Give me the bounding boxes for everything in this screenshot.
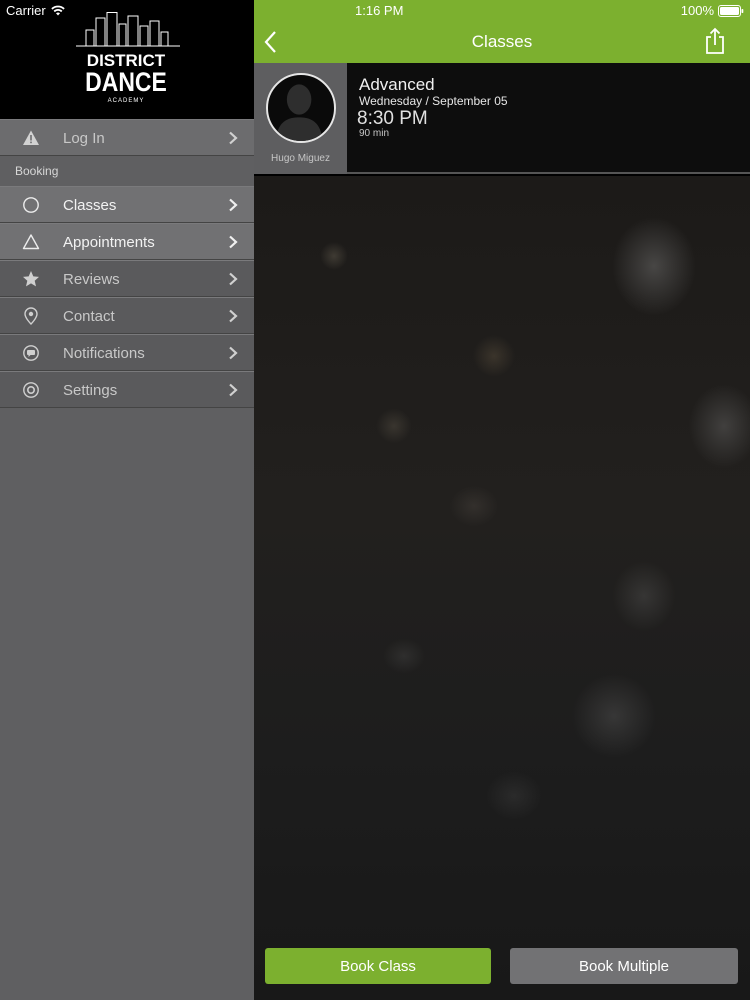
warning-icon: [23, 130, 39, 145]
status-carrier: Carrier: [6, 3, 65, 18]
circle-icon: [23, 197, 39, 213]
share-icon[interactable]: [704, 27, 726, 55]
sidebar-item-label: Notifications: [63, 345, 145, 362]
location-pin-icon: [24, 307, 38, 325]
class-duration: 90 min: [359, 128, 390, 139]
logo-line-dance: DANCE: [85, 67, 167, 97]
skyline-graphic: [76, 12, 180, 47]
gear-icon: [23, 382, 39, 398]
sidebar-item-label: Classes: [63, 197, 117, 214]
status-battery: 100%: [681, 3, 744, 18]
class-time: 8:30 PM: [357, 108, 428, 129]
logo-line-academy: ACADEMY: [107, 98, 145, 104]
carrier-label: Carrier: [6, 3, 46, 18]
side-menu: Carrier DISTRICT DANCE ACADEMY Log In Bo…: [0, 0, 254, 1000]
chevron-right-icon: [229, 235, 238, 249]
page-title: Classes: [471, 32, 533, 51]
class-name: Advanced: [359, 75, 435, 94]
sidebar-item-appointments[interactable]: Appointments: [0, 223, 254, 260]
sidebar-item-login[interactable]: Log In: [0, 119, 254, 156]
battery-icon: [718, 4, 744, 17]
chevron-right-icon: [229, 198, 238, 212]
sidebar-item-reviews[interactable]: Reviews: [0, 260, 254, 297]
chevron-right-icon: [229, 272, 238, 286]
class-detail-card: Hugo Miguez Advanced Wednesday / Septemb…: [254, 63, 750, 174]
sidebar-item-label: Log In: [63, 130, 105, 147]
instructor-panel: Hugo Miguez: [254, 63, 347, 174]
chevron-right-icon: [229, 346, 238, 360]
avatar: [266, 73, 336, 143]
battery-percent: 100%: [680, 3, 714, 18]
chevron-right-icon: [229, 131, 238, 145]
brand-logo: DISTRICT DANCE ACADEMY: [74, 12, 182, 108]
main-content: 1:16 PM 100% Classes Hugo Miguez Advance…: [254, 0, 750, 1000]
book-multiple-button[interactable]: Book Multiple: [510, 948, 738, 984]
sidebar-item-label: Settings: [63, 382, 118, 399]
sidebar-menu: Log In Booking Classes Appointments Revi…: [0, 119, 254, 408]
sidebar-item-notifications[interactable]: Notifications: [0, 334, 254, 371]
background-photo: [254, 176, 750, 1000]
person-silhouette-icon: [275, 84, 323, 141]
wifi-icon: [51, 5, 65, 16]
triangle-icon: [22, 234, 40, 250]
chat-bubble-icon: [23, 345, 39, 361]
sidebar-item-label: Appointments: [63, 234, 155, 251]
status-time: 1:16 PM: [355, 3, 404, 18]
sidebar-header: Carrier DISTRICT DANCE ACADEMY: [0, 0, 254, 119]
star-icon: [23, 271, 39, 287]
sidebar-item-contact[interactable]: Contact: [0, 297, 254, 334]
class-date: Wednesday / September 05: [359, 94, 508, 108]
instructor-name: Hugo Miguez: [271, 153, 330, 164]
section-header-booking: Booking: [0, 156, 254, 186]
sidebar-item-label: Contact: [63, 308, 115, 325]
book-class-button[interactable]: Book Class: [265, 948, 491, 984]
sidebar-item-settings[interactable]: Settings: [0, 371, 254, 408]
sidebar-item-label: Reviews: [63, 271, 120, 288]
chevron-right-icon: [229, 309, 238, 323]
sidebar-item-classes[interactable]: Classes: [0, 186, 254, 223]
chevron-right-icon: [229, 383, 238, 397]
navigation-bar: 1:16 PM 100% Classes: [254, 0, 750, 63]
